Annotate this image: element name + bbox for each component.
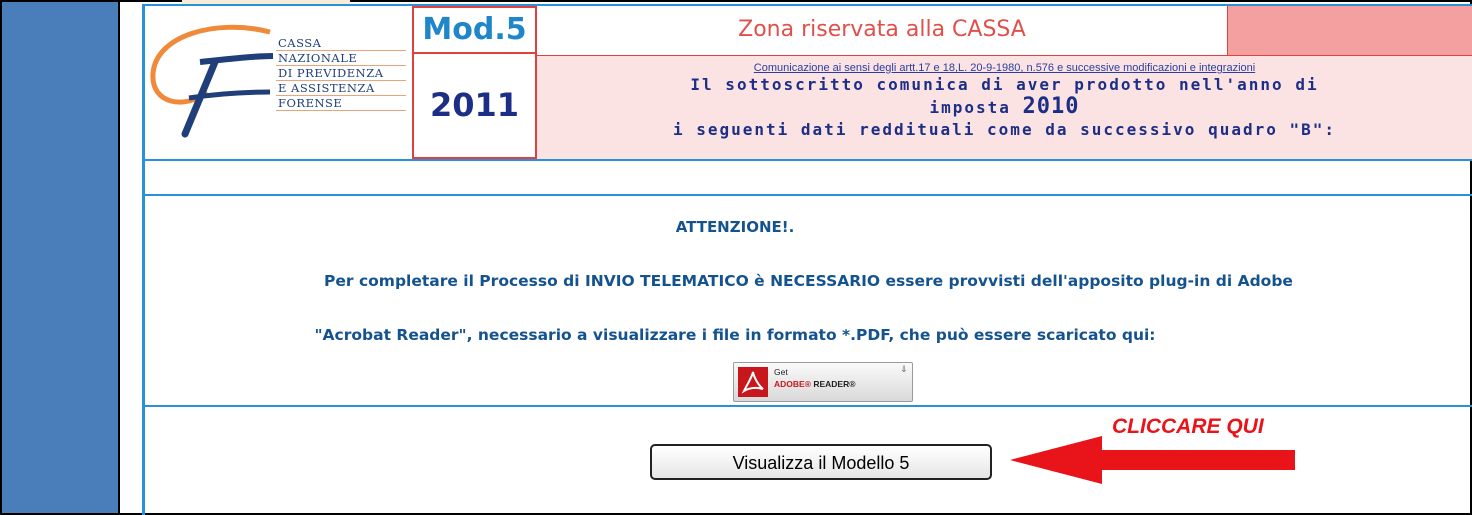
form-year: 2011 (412, 54, 537, 159)
left-sidebar (2, 2, 120, 513)
logo-text: CASSA NAZIONALE DI PREVIDENZA E ASSISTEN… (276, 36, 406, 111)
logo-line: NAZIONALE (276, 51, 406, 66)
logo-line: CASSA (276, 36, 406, 51)
statement-line-1: Il sottoscritto comunica di aver prodott… (690, 75, 1319, 94)
logo-line: E ASSISTENZA (276, 81, 406, 96)
attention-title: ATTENZIONE!. (675, 218, 795, 236)
divider (145, 159, 1472, 161)
reserved-zone-label: Zona riservata alla CASSA (537, 6, 1227, 56)
logo-line: DI PREVIDENZA (276, 66, 406, 81)
divider (145, 405, 1472, 407)
mod-label: Mod.5 (412, 6, 537, 54)
notice-line-1: Per completare il Processo di INVIO TELE… (324, 272, 1293, 290)
red-arrow-icon (1010, 436, 1295, 484)
adobe-get-label: Get (774, 367, 788, 377)
legal-note: Comunicazione ai sensi degli artt.17 e 1… (753, 62, 1256, 74)
notice-line-2: "Acrobat Reader", necessario a visualizz… (314, 326, 1156, 344)
tax-year: 2010 (1022, 94, 1080, 119)
statement-prefix: imposta (929, 98, 1011, 117)
download-arrow-icon: ⇓ (900, 365, 908, 375)
cassa-forense-logo: CASSA NAZIONALE DI PREVIDENZA E ASSISTEN… (145, 6, 411, 159)
cf-logo-icon (150, 24, 274, 138)
get-adobe-reader-button[interactable]: Get ADOBE® READER® ⇓ (733, 362, 913, 402)
statement-line-3: i seguenti dati reddituali come da succe… (672, 120, 1337, 139)
view-modello-5-button[interactable]: Visualizza il Modello 5 (650, 444, 992, 480)
sidebar-gap (120, 2, 140, 513)
statement-line-2: imposta 2010 (537, 96, 1472, 119)
divider (145, 194, 1472, 196)
reserved-zone-box (1227, 6, 1472, 56)
adobe-pdf-icon (738, 367, 768, 397)
logo-line: FORENSE (276, 96, 406, 111)
declaration-block: Comunicazione ai sensi degli artt.17 e 1… (537, 56, 1472, 159)
adobe-product-label: ADOBE® READER® (774, 379, 856, 389)
